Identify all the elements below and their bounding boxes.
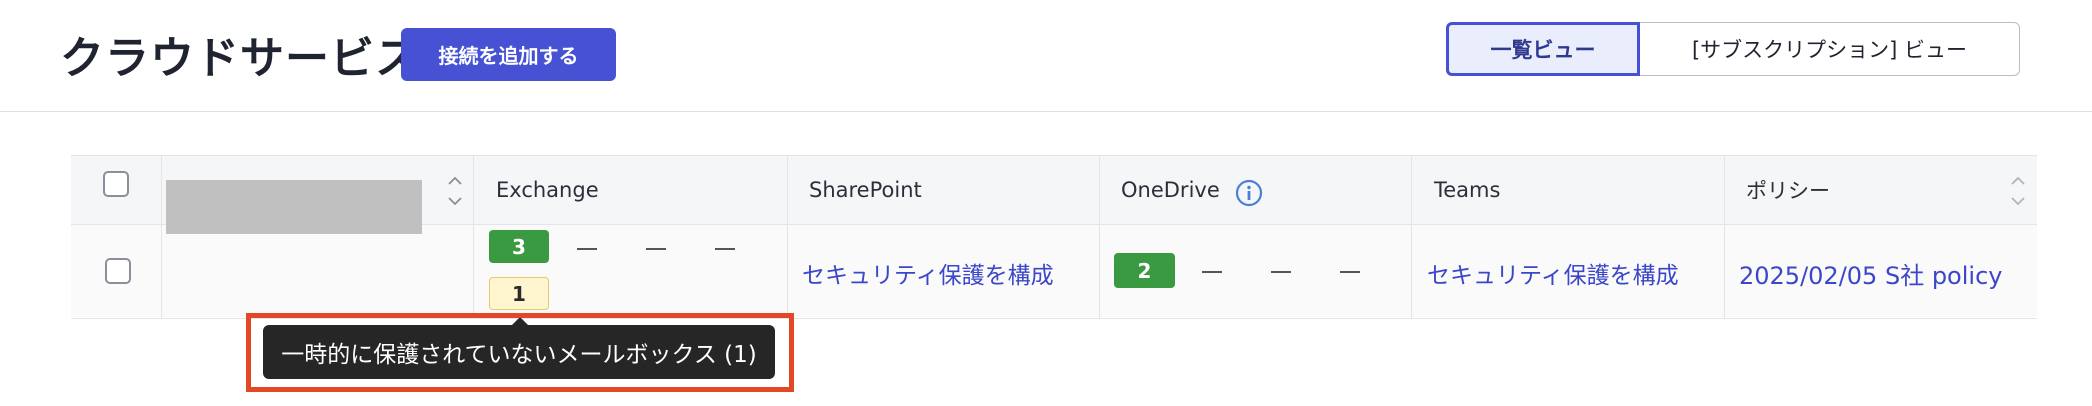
view-toggle: 一覧ビュー [サブスクリプション] ビュー	[1446, 22, 2020, 76]
sharepoint-configure-link[interactable]: セキュリティ保護を構成	[802, 256, 1054, 290]
column-divider	[1411, 156, 1412, 318]
column-header-sharepoint: SharePoint	[809, 178, 922, 202]
column-header-teams: Teams	[1434, 178, 1501, 202]
policy-link[interactable]: 2025/02/05 S社 policy	[1739, 256, 2002, 291]
teams-configure-link[interactable]: セキュリティ保護を構成	[1427, 256, 1679, 290]
column-divider	[1724, 156, 1725, 318]
subscription-view-button[interactable]: [サブスクリプション] ビュー	[1640, 22, 2020, 76]
dash	[1202, 271, 1222, 273]
list-view-button[interactable]: 一覧ビュー	[1446, 22, 1640, 76]
column-header-exchange: Exchange	[496, 178, 599, 202]
exchange-unprotected-badge[interactable]: 1	[489, 277, 549, 310]
dash	[1340, 271, 1360, 273]
column-header-policy: ポリシー	[1746, 179, 1830, 203]
row-checkbox[interactable]	[105, 258, 131, 284]
redacted-name	[166, 180, 422, 234]
exchange-protected-badge[interactable]: 3	[489, 230, 549, 263]
highlight-box	[246, 313, 794, 392]
page-title: クラウドサービス	[60, 33, 420, 84]
onedrive-protected-badge[interactable]: 2	[1114, 253, 1175, 288]
dash	[646, 248, 666, 250]
select-all-checkbox[interactable]	[103, 171, 129, 197]
column-divider	[787, 156, 788, 318]
column-header-onedrive: OneDrive	[1121, 178, 1220, 202]
dash	[577, 248, 597, 250]
info-icon[interactable]	[1234, 178, 1264, 212]
add-connection-button[interactable]: 接続を追加する	[401, 28, 616, 81]
dash	[715, 248, 735, 250]
column-divider	[161, 156, 162, 318]
dash	[1271, 271, 1291, 273]
column-divider	[1099, 156, 1100, 318]
sort-icon[interactable]	[2011, 176, 2025, 206]
cloud-services-table: 名前 Exchange SharePoint OneDrive Teams ポリ…	[71, 155, 2037, 319]
header-divider	[0, 111, 2092, 112]
column-divider	[473, 156, 474, 318]
sort-icon[interactable]	[448, 176, 462, 206]
